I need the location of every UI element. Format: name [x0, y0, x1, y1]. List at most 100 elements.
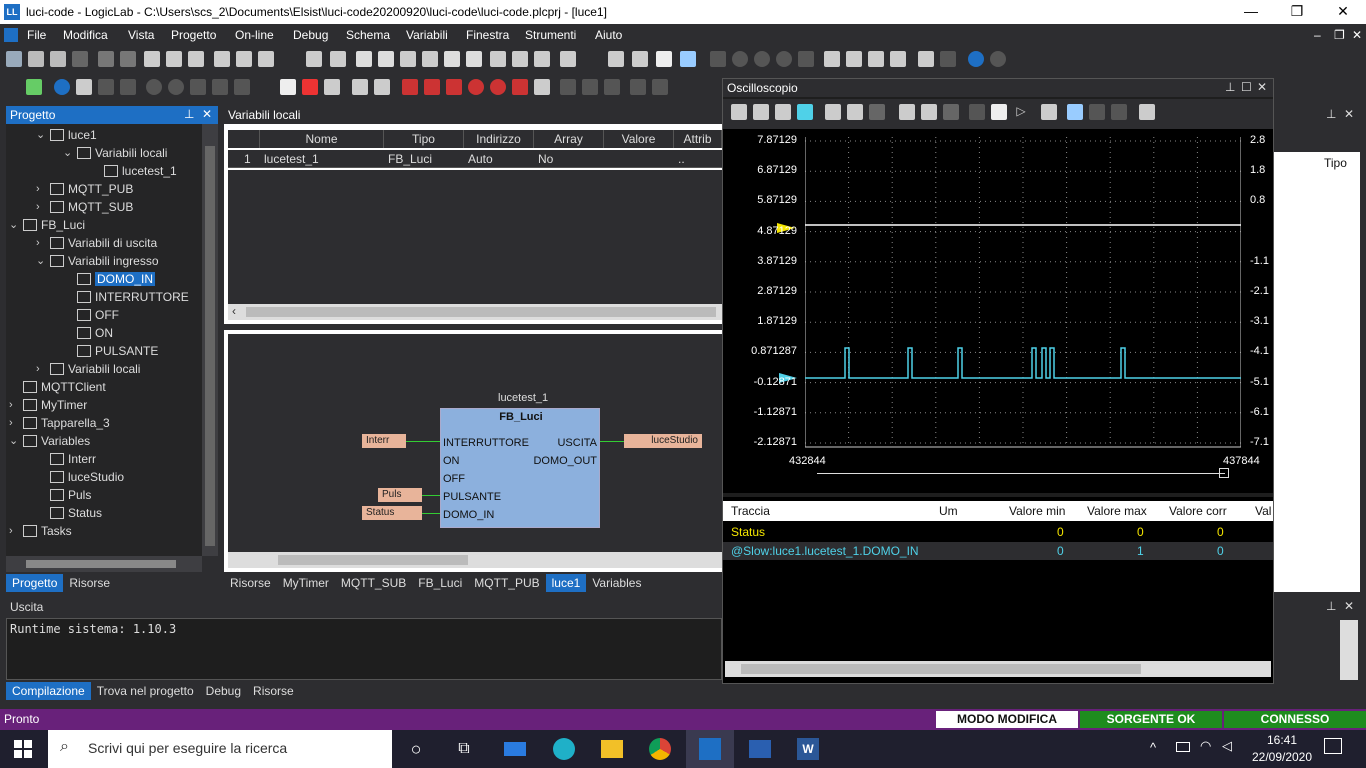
- insert-icon[interactable]: [76, 79, 92, 95]
- tray-chevron-icon[interactable]: ^: [1150, 740, 1156, 755]
- goto-icon[interactable]: [258, 51, 274, 67]
- col-traccia[interactable]: Traccia: [731, 504, 770, 518]
- tree-chevron-icon[interactable]: ⌄: [36, 252, 45, 270]
- scope-pause-icon[interactable]: [991, 104, 1007, 120]
- columns-icon[interactable]: [890, 51, 906, 67]
- scope-stop-icon[interactable]: [969, 104, 985, 120]
- cell-indirizzo[interactable]: Auto: [464, 150, 493, 168]
- scope-add-icon[interactable]: [731, 104, 747, 120]
- matrix-icon[interactable]: [918, 51, 934, 67]
- disabled9-icon[interactable]: [582, 79, 598, 95]
- tree-item[interactable]: Puls: [50, 486, 91, 504]
- locals-hscroll-thumb[interactable]: [246, 307, 716, 317]
- r-icon[interactable]: [490, 79, 506, 95]
- col-max[interactable]: Valore max: [1087, 504, 1147, 518]
- var-icon[interactable]: [402, 79, 418, 95]
- network-app-icon[interactable]: [736, 730, 784, 768]
- pin-uscita[interactable]: USCITA: [557, 437, 597, 449]
- notification-icon[interactable]: [1324, 738, 1342, 754]
- tag-status[interactable]: Status: [362, 506, 422, 520]
- tree-chevron-icon[interactable]: ›: [36, 180, 40, 198]
- paste-icon[interactable]: [188, 51, 204, 67]
- out-close-icon[interactable]: ✕: [1344, 599, 1354, 613]
- disabled6-icon[interactable]: [212, 79, 228, 95]
- tab-mytimer[interactable]: MyTimer: [277, 574, 335, 592]
- menu-debug[interactable]: Debug: [293, 28, 328, 42]
- disabled7-icon[interactable]: [234, 79, 250, 95]
- tree-item[interactable]: ⌄ Variabili locali: [63, 144, 167, 162]
- pin-on[interactable]: ON: [443, 455, 460, 467]
- box-icon[interactable]: [940, 51, 956, 67]
- pin-icon[interactable]: ⊥: [184, 107, 194, 121]
- pin-off[interactable]: OFF: [443, 473, 465, 485]
- tag-lucestudio[interactable]: luceStudio: [624, 434, 702, 448]
- find-icon[interactable]: [214, 51, 230, 67]
- maximize-button[interactable]: ❐: [1274, 0, 1320, 24]
- disabled1-icon[interactable]: [98, 79, 114, 95]
- scope-icon[interactable]: [444, 51, 460, 67]
- tag-puls[interactable]: Puls: [378, 488, 422, 502]
- tree-item[interactable]: › Tapparella_3: [9, 414, 110, 432]
- tree-item[interactable]: › Tasks: [9, 522, 72, 540]
- out-icon[interactable]: [446, 79, 462, 95]
- menu-vista[interactable]: Vista: [128, 28, 154, 42]
- cell-nome[interactable]: lucetest_1: [260, 150, 319, 168]
- tree-item[interactable]: luceStudio: [50, 468, 124, 486]
- cortana-icon[interactable]: ○: [392, 730, 440, 768]
- table-icon[interactable]: [824, 51, 840, 67]
- tree-item[interactable]: ON: [77, 324, 113, 342]
- disabled5-icon[interactable]: [190, 79, 206, 95]
- pointer-icon[interactable]: [280, 79, 296, 95]
- tree-item[interactable]: Status: [50, 504, 102, 522]
- x-range-handle[interactable]: [1219, 468, 1229, 478]
- disabled11-icon[interactable]: [652, 79, 668, 95]
- output-icon[interactable]: [422, 51, 438, 67]
- tree-chevron-icon[interactable]: ›: [36, 198, 40, 216]
- col-nome[interactable]: Nome: [260, 130, 384, 148]
- replace-icon[interactable]: [236, 51, 252, 67]
- menu-modifica[interactable]: Modifica: [63, 28, 108, 42]
- window-icon[interactable]: [560, 51, 576, 67]
- word-icon[interactable]: W: [784, 730, 832, 768]
- disabled8-icon[interactable]: [560, 79, 576, 95]
- scope-load-icon[interactable]: [1089, 104, 1105, 120]
- tab-debug[interactable]: Debug: [200, 682, 247, 700]
- copy-icon[interactable]: [166, 51, 182, 67]
- locals-hscroll[interactable]: ‹: [228, 304, 722, 320]
- scroll-thumb[interactable]: [205, 146, 215, 546]
- trace-hscroll[interactable]: [725, 661, 1271, 677]
- list-icon[interactable]: [846, 51, 862, 67]
- scroll-left-icon[interactable]: ‹: [232, 304, 236, 318]
- col-array[interactable]: Array: [534, 130, 604, 148]
- zoom-icon[interactable]: [324, 79, 340, 95]
- stop-icon[interactable]: [710, 51, 726, 67]
- pin-domo-out[interactable]: DOMO_OUT: [533, 455, 597, 467]
- menu-aiuto[interactable]: Aiuto: [595, 28, 622, 42]
- save-all-icon[interactable]: [72, 51, 88, 67]
- scope-pin-icon[interactable]: ⊥: [1225, 80, 1235, 94]
- plug-icon[interactable]: [656, 51, 672, 67]
- col-um[interactable]: Um: [939, 504, 958, 518]
- tree-chevron-icon[interactable]: ⌄: [9, 432, 18, 450]
- comment-icon[interactable]: [534, 79, 550, 95]
- taskbar-search[interactable]: ⌕ Scrivi qui per eseguire la ricerca: [48, 730, 392, 768]
- clock-time[interactable]: 16:41: [1252, 733, 1312, 747]
- wifi-icon[interactable]: ◠: [1200, 738, 1211, 754]
- connect-icon[interactable]: [632, 51, 648, 67]
- step-icon[interactable]: [754, 51, 770, 67]
- menu-progetto[interactable]: Progetto: [171, 28, 216, 42]
- scope-move-icon[interactable]: [797, 104, 813, 120]
- trace-row-status[interactable]: Status 0 0 0: [723, 523, 1273, 541]
- col-valore-iniziale[interactable]: Valore iniziale: [604, 130, 674, 164]
- disabled3-icon[interactable]: [146, 79, 162, 95]
- tab-mqtt-sub[interactable]: MQTT_SUB: [335, 574, 412, 592]
- tree-chevron-icon[interactable]: ⌄: [63, 144, 72, 162]
- project-window-icon[interactable]: [356, 51, 372, 67]
- en-eno-icon[interactable]: [604, 79, 620, 95]
- tab-risorse-out[interactable]: Risorse: [247, 682, 300, 700]
- tree-chevron-icon[interactable]: ›: [9, 414, 13, 432]
- fbd-hscroll[interactable]: [228, 552, 722, 568]
- col-indirizzo[interactable]: Indirizzo: [464, 130, 534, 148]
- scope-settings-icon[interactable]: [1041, 104, 1057, 120]
- redo-icon[interactable]: [120, 51, 136, 67]
